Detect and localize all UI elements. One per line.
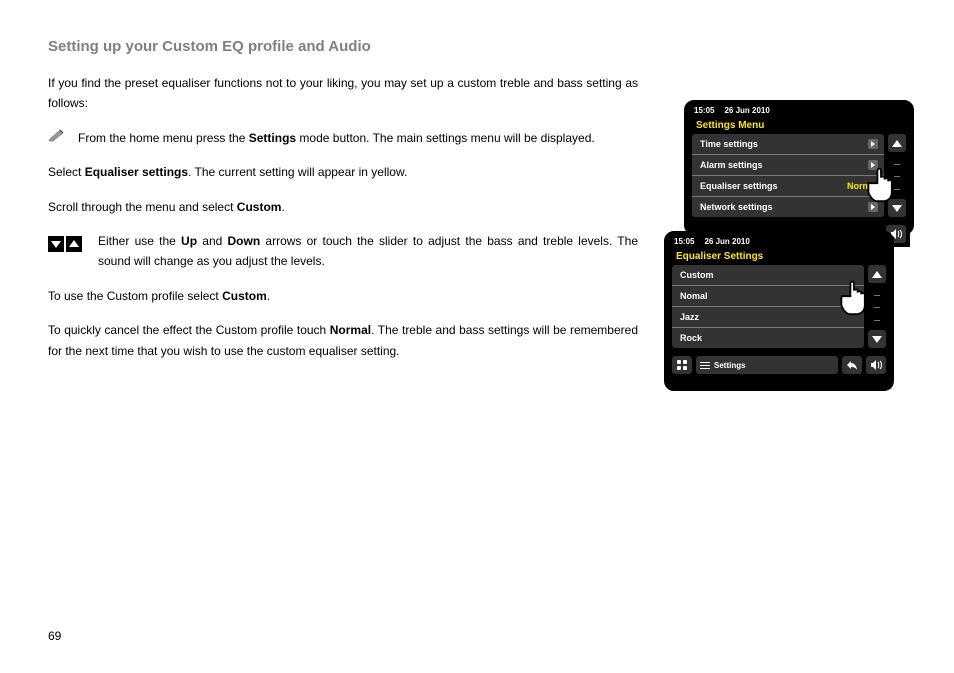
intro-paragraph: If you find the preset equaliser functio… xyxy=(48,73,638,114)
list-icon xyxy=(700,362,710,369)
menu-item-rock[interactable]: Rock xyxy=(672,328,864,348)
settings-breadcrumb-button[interactable]: Settings xyxy=(696,356,838,374)
down-arrow-icon xyxy=(48,236,64,252)
arrows-paragraph: Either use the Up and Down arrows or tou… xyxy=(48,231,638,272)
status-bar: 15:05 26 Jun 2010 xyxy=(668,235,890,248)
manual-page: Setting up your Custom EQ profile and Au… xyxy=(0,0,954,673)
menu-item-network[interactable]: Network settings xyxy=(692,197,884,217)
pen-icon xyxy=(48,128,66,142)
menu-list: Time settings Alarm settings Equaliser s… xyxy=(692,134,884,217)
status-time: 15:05 xyxy=(674,237,694,246)
scroll-column xyxy=(888,134,906,217)
cancel-paragraph: To quickly cancel the effect the Custom … xyxy=(48,320,638,361)
page-number: 69 xyxy=(48,629,61,643)
chevron-right-icon xyxy=(868,139,878,149)
chevron-right-icon xyxy=(868,202,878,212)
arrow-icons xyxy=(48,233,84,253)
screen-title: Settings Menu xyxy=(688,117,910,134)
scroll-column xyxy=(868,265,886,348)
device-screenshot-equaliser: 15:05 26 Jun 2010 Equaliser Settings Cus… xyxy=(664,231,894,391)
select-eq-paragraph: Select Equaliser settings. The current s… xyxy=(48,162,638,182)
menu-item-custom[interactable]: Custom xyxy=(672,265,864,286)
current-eq-value: Normal xyxy=(847,181,878,191)
menu-item-normal[interactable]: Nomal xyxy=(672,286,864,307)
device-footer: Settings xyxy=(668,352,890,378)
screen-title: Equaliser Settings xyxy=(668,248,890,265)
status-bar: 15:05 26 Jun 2010 xyxy=(688,104,910,117)
screen-body: Time settings Alarm settings Equaliser s… xyxy=(688,134,910,221)
scroll-up-button[interactable] xyxy=(888,134,906,152)
scroll-track[interactable] xyxy=(894,158,900,196)
home-button[interactable] xyxy=(672,356,692,374)
up-arrow-icon xyxy=(66,236,82,252)
page-title: Setting up your Custom EQ profile and Au… xyxy=(48,38,906,55)
step-press-settings: From the home menu press the Settings mo… xyxy=(48,128,638,148)
volume-button[interactable] xyxy=(866,356,886,374)
chevron-right-icon xyxy=(868,160,878,170)
menu-item-alarm[interactable]: Alarm settings xyxy=(692,155,884,176)
scroll-down-button[interactable] xyxy=(888,199,906,217)
screen-body: Custom Nomal Jazz Rock xyxy=(668,265,890,352)
device-screenshot-settings-menu: 15:05 26 Jun 2010 Settings Menu Time set… xyxy=(684,100,914,235)
menu-item-jazz[interactable]: Jazz xyxy=(672,307,864,328)
scroll-paragraph: Scroll through the menu and select Custo… xyxy=(48,197,638,217)
body-text: If you find the preset equaliser functio… xyxy=(48,73,638,361)
scroll-up-button[interactable] xyxy=(868,265,886,283)
use-custom-paragraph: To use the Custom profile select Custom. xyxy=(48,286,638,306)
menu-item-time[interactable]: Time settings xyxy=(692,134,884,155)
scroll-track[interactable] xyxy=(874,289,880,327)
status-date: 26 Jun 2010 xyxy=(704,237,749,246)
menu-list: Custom Nomal Jazz Rock xyxy=(672,265,864,348)
status-time: 15:05 xyxy=(694,106,714,115)
back-button[interactable] xyxy=(842,356,862,374)
scroll-down-button[interactable] xyxy=(868,330,886,348)
grid-icon xyxy=(677,360,687,370)
status-date: 26 Jun 2010 xyxy=(724,106,769,115)
menu-item-equaliser[interactable]: Equaliser settings Normal xyxy=(692,176,884,197)
